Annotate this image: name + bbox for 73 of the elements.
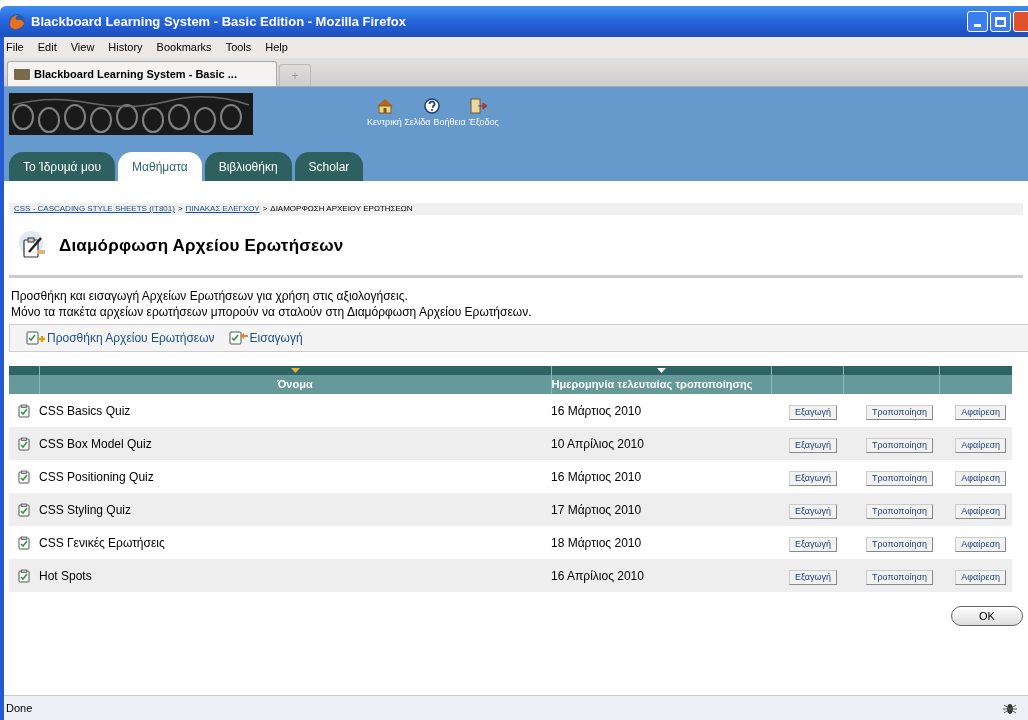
sort-arrow-icon[interactable] [656, 367, 666, 374]
menu-item[interactable]: Help [265, 39, 288, 56]
row-action-button[interactable]: Αφαίρεση [955, 404, 1006, 420]
page-title: Διαμόρφωση Αρχείου Ερωτήσεων [59, 235, 344, 258]
menu-item[interactable]: File [6, 39, 24, 56]
row-action-button[interactable]: Εξαγωγή [788, 470, 837, 486]
table-cell: 16 Μάρτιος 2010 [551, 460, 771, 493]
menu-item[interactable]: View [70, 39, 95, 56]
breadcrumb-current: ΔΙΑΜΟΡΦΩΣΗ ΑΡΧΕΙΟΥ ΕΡΩΤΗΣΕΩΝ [270, 203, 413, 215]
menu-item[interactable]: Edit [37, 39, 57, 56]
sort-arrow-icon[interactable] [290, 367, 300, 374]
action-link[interactable]: Εισαγωγή [249, 329, 303, 347]
table-cell: CSS Box Model Quiz [39, 427, 551, 460]
browser-logo-icon [8, 12, 26, 31]
nav-tab[interactable]: Scholar [294, 152, 364, 181]
breadcrumb-link[interactable]: ΠΙΝΑΚΑΣ ΕΛΕΓΧΟΥ [185, 203, 260, 215]
site-favicon [14, 68, 30, 80]
ok-button[interactable]: OK [951, 606, 1023, 626]
table-cell: 17 Μάρτιος 2010 [551, 493, 771, 526]
clipboard-icon [17, 535, 31, 550]
nav-tab[interactable]: Το Ίδρυμά μου [9, 152, 116, 181]
window-title: Blackboard Learning System - Basic Edition - Mozilla Firefox [31, 12, 406, 31]
row-action-button[interactable]: Τροποποίηση [865, 503, 933, 519]
menu-item[interactable]: Tools [225, 39, 252, 56]
table-cell: Hot Spots [39, 559, 551, 592]
nav-tab[interactable]: Μαθήματα [118, 152, 202, 181]
clipboard-icon [17, 502, 31, 517]
row-action-button[interactable]: Εξαγωγή [788, 536, 837, 552]
table-cell: CSS Positioning Quiz [39, 460, 551, 493]
table-cell: 16 Απρίλιος 2010 [551, 559, 771, 592]
breadcrumb-separator: > [262, 203, 268, 215]
browser-tab[interactable]: Blackboard Learning System - Basic ... [7, 61, 277, 86]
row-action-button[interactable]: Τροποποίηση [865, 536, 933, 552]
clipboard-icon [17, 469, 31, 484]
description-text: Προσθήκη και εισαγωγή Αρχείων Ερωτήσεων για χρήση στις αξιολογήσεις. [11, 288, 409, 304]
row-action-button[interactable]: Αφαίρεση [955, 470, 1006, 486]
row-action-button[interactable]: Εξαγωγή [788, 503, 837, 519]
description-text: Μόνο τα πακέτα αρχείων ερωτήσεων μπορούν να σταλούν στη Διαμόρφωση Αρχείου Ερωτήσεων. [11, 304, 533, 320]
clipboard-icon [17, 436, 31, 451]
table-cell: CSS Styling Quiz [39, 493, 551, 526]
clipboard-plus-icon [26, 330, 46, 346]
breadcrumb-separator: > [177, 203, 183, 215]
row-action-button[interactable]: Τροποποίηση [865, 569, 933, 585]
row-action-button[interactable]: Αφαίρεση [955, 569, 1006, 585]
row-action-button[interactable]: Αφαίρεση [955, 503, 1006, 519]
minimize-button[interactable] [967, 11, 988, 32]
table-cell: 10 Απρίλιος 2010 [551, 427, 771, 460]
table-cell: 16 Μάρτιος 2010 [551, 394, 771, 427]
clipboard-arrow-icon [228, 330, 249, 346]
menu-item[interactable]: Bookmarks [156, 39, 212, 56]
row-action-button[interactable]: Εξαγωγή [788, 437, 837, 453]
clipboard-icon [17, 403, 31, 418]
row-action-button[interactable]: Τροποποίηση [865, 470, 933, 486]
row-action-button[interactable]: Εξαγωγή [788, 569, 837, 585]
menu-item[interactable]: History [108, 39, 143, 56]
row-action-button[interactable]: Αφαίρεση [955, 437, 1006, 453]
door-arrow-icon [470, 98, 488, 114]
action-link[interactable]: Προσθήκη Αρχείου Ερωτήσεων [47, 329, 215, 347]
row-action-button[interactable]: Αφαίρεση [955, 536, 1006, 552]
house-icon [376, 98, 394, 114]
row-action-button[interactable]: Τροποποίηση [865, 437, 933, 453]
table-cell: CSS Γενικές Ερωτήσεις [39, 526, 551, 559]
maximize-button[interactable] [990, 11, 1011, 32]
status-text: Done [6, 700, 33, 716]
table-cell: 18 Μάρτιος 2010 [551, 526, 771, 559]
table-cell: CSS Basics Quiz [39, 394, 551, 427]
row-action-button[interactable]: Τροποποίηση [865, 404, 933, 420]
help-icon [424, 98, 440, 114]
row-action-button[interactable]: Εξαγωγή [788, 404, 837, 420]
breadcrumb-link[interactable]: CSS - CASCADING STYLE SHEETS (IT801) [14, 203, 175, 215]
nav-tab[interactable]: Βιβλιοθήκη [204, 152, 292, 181]
clipboard-icon [17, 568, 31, 583]
close-button[interactable] [1013, 11, 1028, 32]
